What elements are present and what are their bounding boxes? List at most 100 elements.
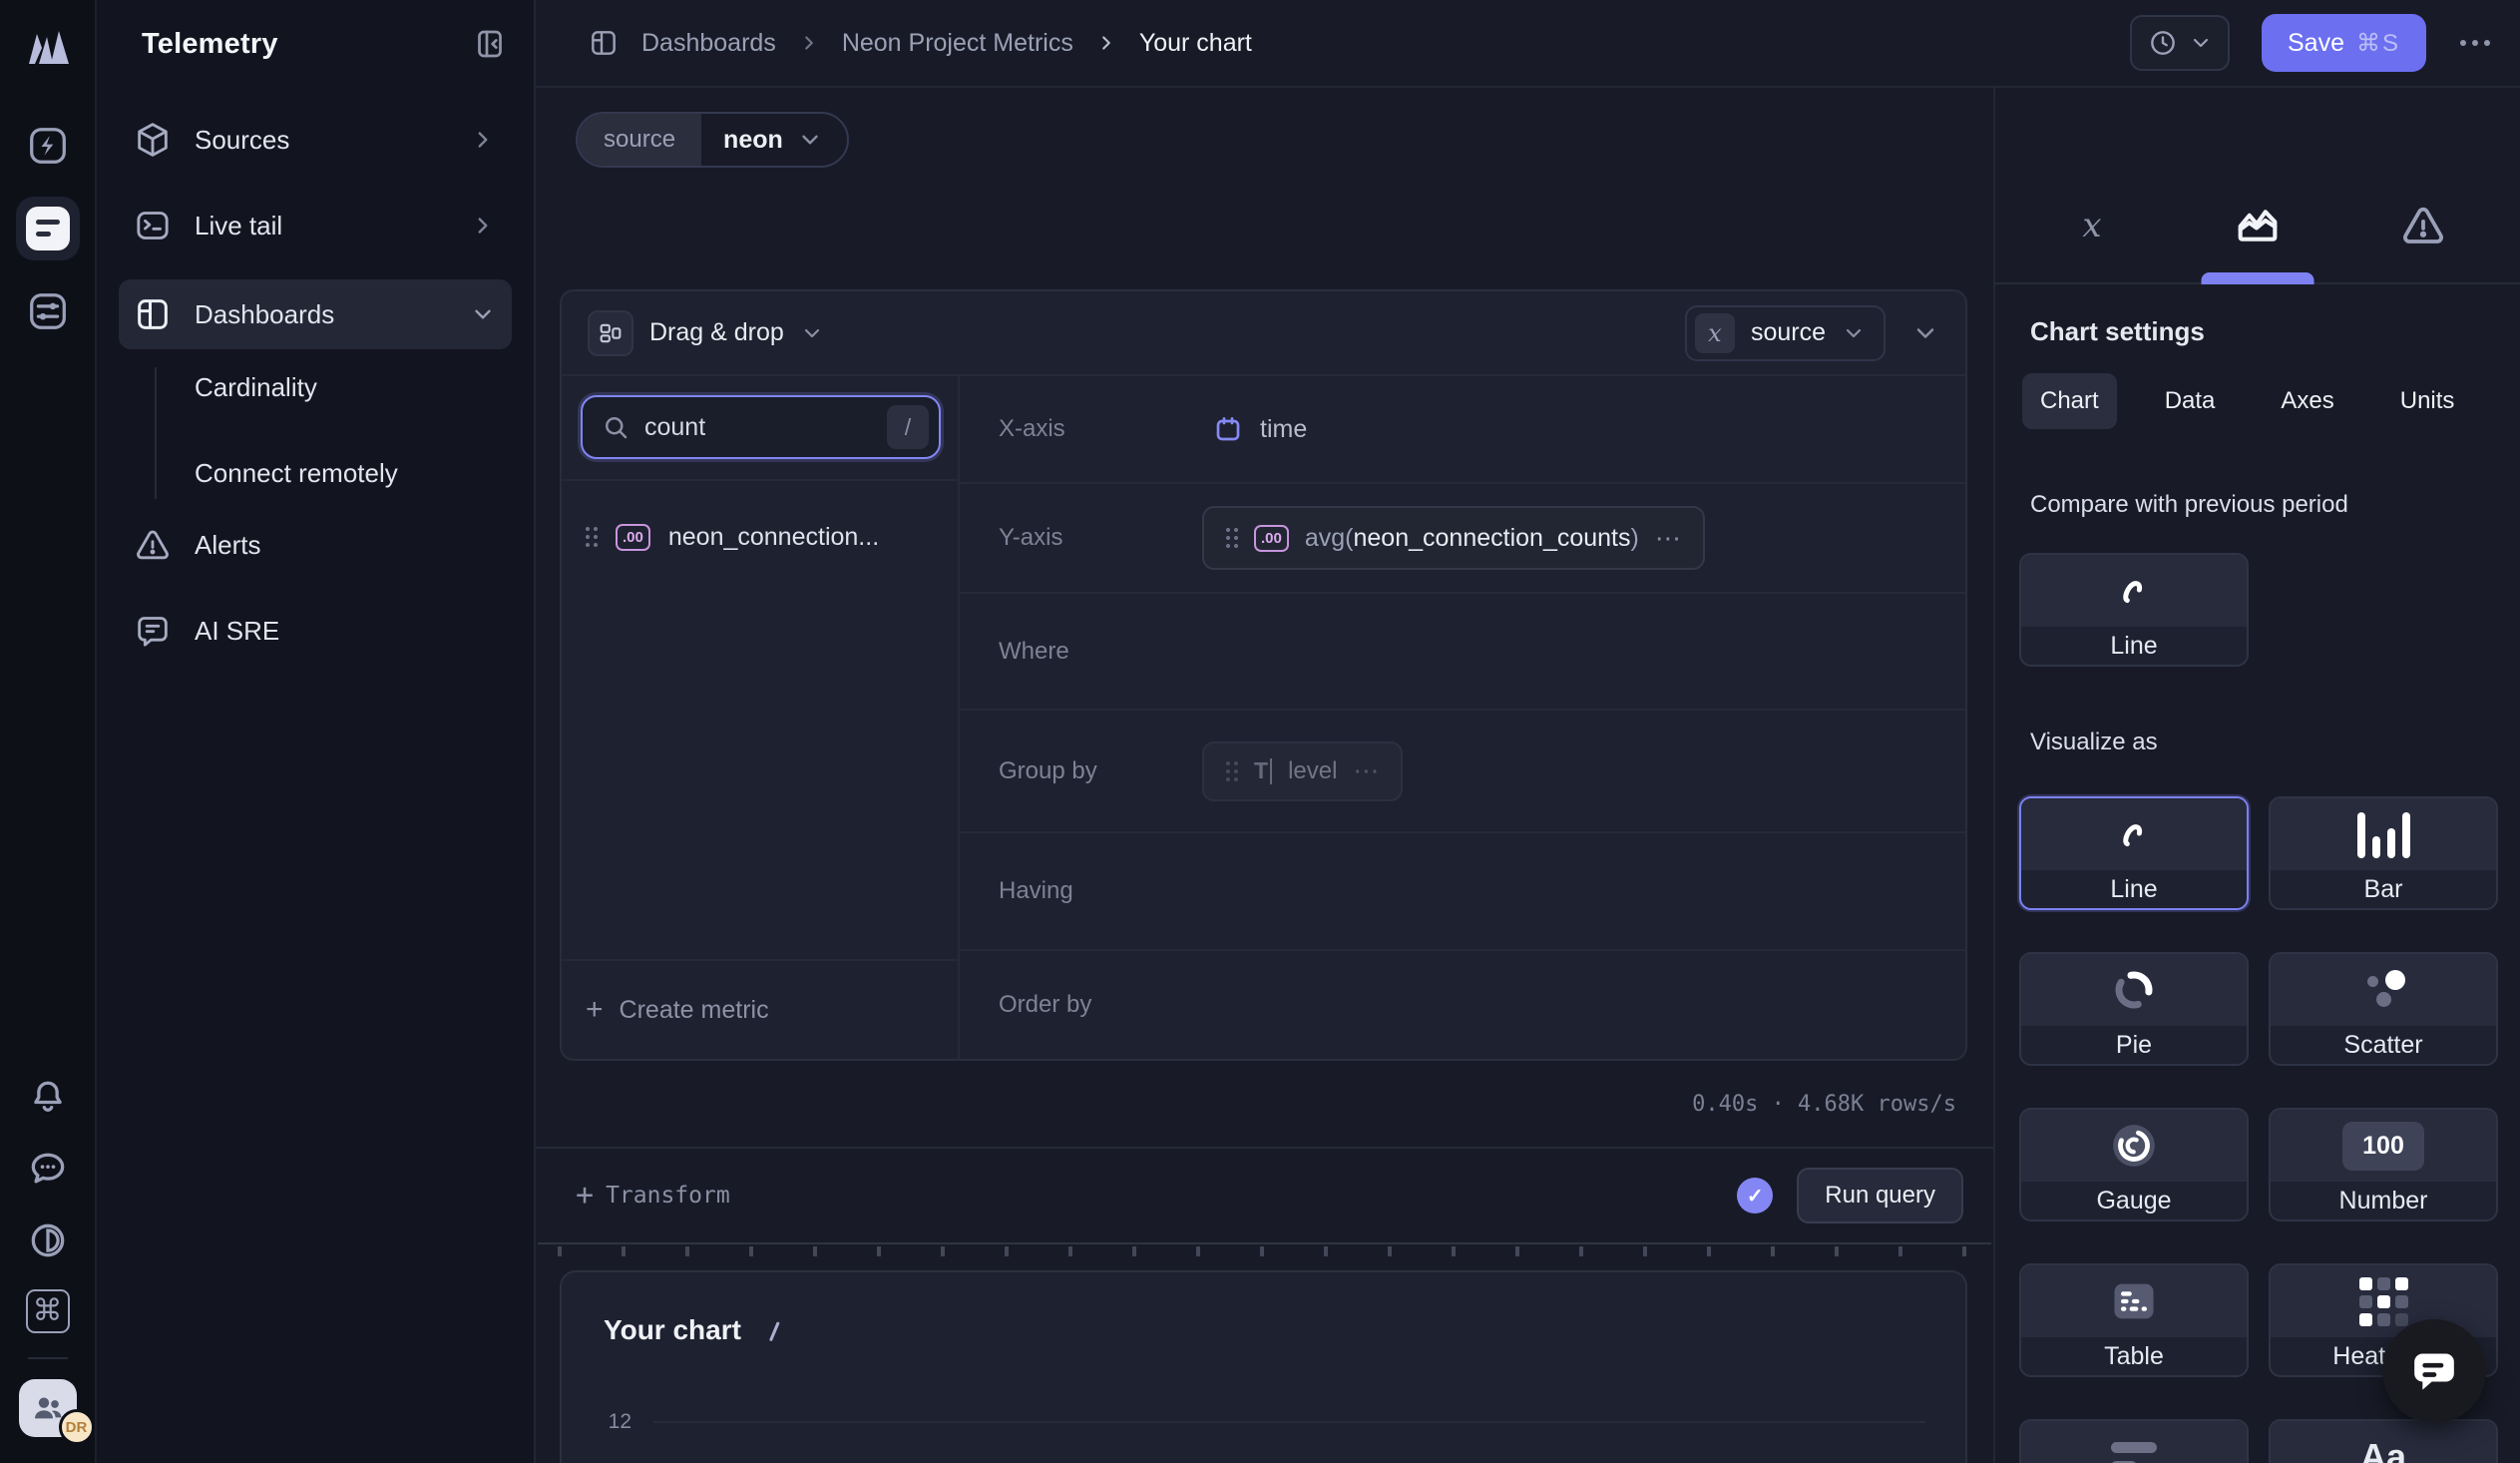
feedback-chat-icon[interactable]	[25, 1146, 71, 1192]
run-query-button[interactable]: Run query	[1797, 1168, 1963, 1223]
collapse-sidebar-icon[interactable]	[472, 26, 508, 62]
more-options-icon[interactable]	[2458, 34, 2492, 52]
bar-chart-icon	[2271, 798, 2496, 870]
calendar-icon	[1212, 413, 1244, 445]
sidebar-item-sources[interactable]: Sources	[119, 108, 512, 172]
group-by-label: Group by	[999, 757, 1178, 785]
viz-option-bar[interactable]: Bar	[2269, 796, 2498, 910]
pie-chart-icon	[2021, 954, 2247, 1026]
viz-option-number[interactable]: 100 Number	[2269, 1108, 2498, 1221]
tab-chart[interactable]: Chart	[2022, 373, 2117, 429]
user-avatar[interactable]: DR	[19, 1379, 77, 1437]
viz-option-label: Bar	[2271, 870, 2496, 908]
tab-data[interactable]: Data	[2147, 373, 2234, 429]
settings-panel-tabs: x	[1995, 88, 2520, 284]
theme-contrast-icon[interactable]	[25, 1218, 71, 1263]
viz-option-scatter[interactable]: Scatter	[2269, 952, 2498, 1066]
chat-bubble-icon	[2406, 1343, 2462, 1399]
app-title: Telemetry	[142, 28, 472, 61]
viz-option-partial-text[interactable]: Aa	[2269, 1419, 2498, 1463]
add-transform-button[interactable]: Transform	[576, 1181, 730, 1211]
line-curve-icon	[2021, 555, 2247, 627]
compare-section-title: Compare with previous period	[2030, 491, 2496, 519]
visualize-section-title: Visualize as	[2030, 729, 2496, 756]
query-icon[interactable]	[26, 207, 70, 250]
column-selector-dropdown[interactable]: x source	[1685, 305, 1886, 361]
builder-mode-icon[interactable]	[588, 310, 633, 356]
drag-handle-icon[interactable]	[586, 527, 598, 547]
viz-option-partial-statistic[interactable]	[2019, 1419, 2249, 1463]
where-row[interactable]: Where	[960, 594, 1965, 711]
drag-handle-icon[interactable]	[1226, 528, 1238, 548]
app-root: ⌘ DR Telemetry	[0, 0, 2520, 1463]
sidebar-item-label: Alerts	[195, 530, 496, 561]
tab-variables[interactable]: x	[2061, 195, 2123, 256]
sidebar-item-cardinality[interactable]: Cardinality	[171, 359, 512, 415]
metric-search-input[interactable]	[644, 413, 873, 442]
pill-options-icon[interactable]	[1655, 525, 1681, 552]
flows-icon[interactable]	[25, 123, 71, 169]
settings-panel: x Ch	[1993, 88, 2520, 1463]
numeric-type-badge: .00	[1254, 525, 1289, 552]
support-chat-button[interactable]	[2382, 1319, 2486, 1423]
chevron-right-icon	[798, 32, 820, 54]
tab-monitors[interactable]	[2392, 195, 2454, 256]
breadcrumb-dashboard-name[interactable]: Neon Project Metrics	[842, 29, 1073, 58]
run-query-label: Run query	[1825, 1182, 1935, 1210]
filter-key: source	[578, 114, 701, 166]
search-icon	[601, 412, 630, 442]
tab-axes[interactable]: Axes	[2263, 373, 2351, 429]
compare-option-label: Line	[2021, 627, 2247, 665]
create-metric-button[interactable]: Create metric	[562, 959, 958, 1059]
save-button[interactable]: Save ⌘S	[2262, 14, 2426, 72]
aggregation-close: )	[1631, 524, 1639, 552]
metric-search: /	[581, 395, 941, 459]
builder-mode-label[interactable]: Drag & drop	[649, 318, 784, 347]
viz-option-line[interactable]: Line	[2019, 796, 2249, 910]
breadcrumb-dashboards[interactable]: Dashboards	[641, 29, 776, 58]
notifications-bell-icon[interactable]	[25, 1074, 71, 1120]
query-valid-check-icon	[1737, 1178, 1773, 1214]
y-axis-aggregation-pill[interactable]: .00 avg(neon_connection_counts)	[1202, 506, 1705, 570]
edit-pencil-icon[interactable]	[759, 1315, 789, 1345]
viz-option-pie[interactable]: Pie	[2019, 952, 2249, 1066]
save-shortcut: ⌘S	[2356, 29, 2400, 58]
viz-option-label: Line	[2021, 870, 2247, 908]
x-axis-row[interactable]: X-axis time	[960, 376, 1965, 484]
viz-option-gauge[interactable]: Gauge	[2019, 1108, 2249, 1221]
sidebar-item-connect-remotely[interactable]: Connect remotely	[171, 445, 512, 501]
sidebar-header: Telemetry	[97, 0, 534, 88]
breadcrumb-current: Your chart	[1139, 29, 1252, 58]
metric-list-item[interactable]: .00 neon_connection...	[586, 509, 944, 565]
sidebar-item-ai-sre[interactable]: AI SRE	[119, 599, 512, 663]
aggregation-field: neon_connection_counts	[1354, 524, 1631, 552]
drag-handle-icon[interactable]	[1226, 761, 1238, 781]
compare-line-option[interactable]: Line	[2019, 553, 2249, 667]
sidebar-item-dashboards[interactable]: Dashboards	[119, 279, 512, 349]
collapse-panel-chevron-icon[interactable]	[1911, 319, 1939, 347]
x-axis-label: X-axis	[999, 415, 1178, 443]
pill-options-icon[interactable]	[1353, 757, 1379, 784]
source-filter-dropdown[interactable]: source neon	[576, 112, 849, 168]
command-menu-icon[interactable]: ⌘	[26, 1289, 70, 1333]
tab-units[interactable]: Units	[2382, 373, 2473, 429]
viz-option-table[interactable]: Table	[2019, 1263, 2249, 1377]
time-range-button[interactable]	[2130, 15, 2230, 71]
filter-value: neon	[723, 126, 783, 155]
create-metric-label: Create metric	[620, 996, 769, 1025]
tab-chart-settings[interactable]	[2227, 195, 2289, 256]
viz-option-label: Gauge	[2021, 1182, 2247, 1219]
gauge-icon	[2021, 1110, 2247, 1182]
order-by-row[interactable]: Order by	[960, 951, 1965, 1059]
chevron-down-icon	[797, 127, 823, 153]
having-row[interactable]: Having	[960, 833, 1965, 951]
slash-shortcut-badge: /	[887, 405, 929, 449]
sidebar-nav: Sources Live tail Dashboards	[97, 88, 534, 663]
sidebar-item-live-tail[interactable]: Live tail	[119, 194, 512, 257]
breadcrumb: Dashboards Neon Project Metrics Your cha…	[588, 27, 2130, 59]
settings-sliders-icon[interactable]	[25, 288, 71, 334]
heatmap-icon	[2271, 1265, 2496, 1337]
sidebar-item-alerts[interactable]: Alerts	[119, 513, 512, 577]
icon-rail: ⌘ DR	[0, 0, 97, 1463]
group-by-pill[interactable]: level	[1202, 741, 1403, 801]
